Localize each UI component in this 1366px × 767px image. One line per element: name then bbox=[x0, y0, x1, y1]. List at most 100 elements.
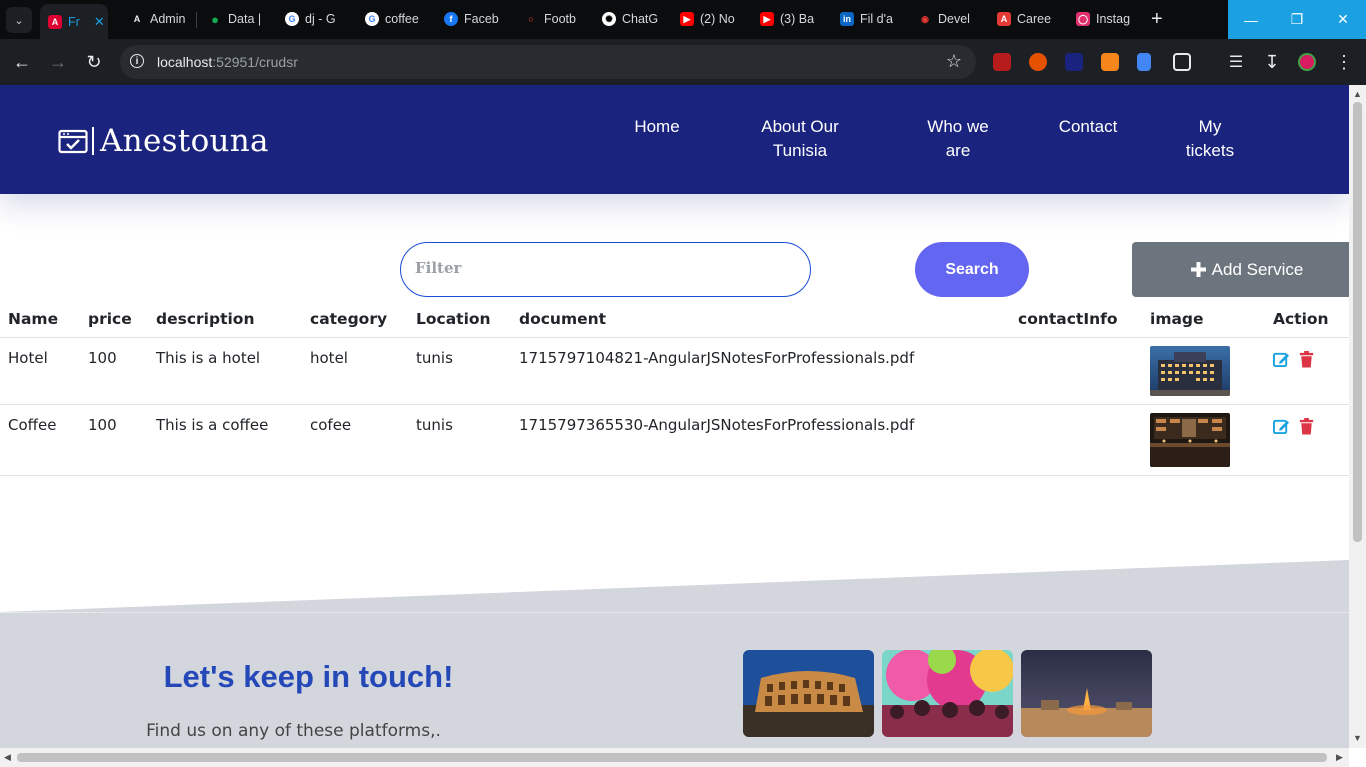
column-header-location: Location bbox=[408, 300, 511, 338]
nav-about-tunisia[interactable]: About Our Tunisia bbox=[754, 115, 846, 163]
extension-icon[interactable] bbox=[1029, 53, 1047, 71]
edit-icon[interactable] bbox=[1273, 351, 1290, 368]
forward-arrow-icon[interactable]: → bbox=[46, 50, 70, 74]
vertical-scroll-thumb[interactable] bbox=[1353, 102, 1362, 542]
mongodb-leaf-icon: ● bbox=[211, 11, 219, 27]
browser-tab[interactable]: G dj - G bbox=[285, 6, 345, 32]
tab-divider bbox=[196, 12, 197, 28]
cell-location: tunis bbox=[408, 404, 511, 476]
browser-tab[interactable]: in Fil d'a bbox=[840, 6, 900, 32]
add-service-button[interactable]: Add Service bbox=[1132, 242, 1349, 297]
browser-tab-active[interactable]: A Fr ✕ bbox=[40, 4, 108, 39]
tab-title: Instag bbox=[1096, 12, 1131, 26]
browser-tab[interactable]: ▶ (3) Ba bbox=[760, 6, 820, 32]
browser-tab[interactable]: ▶ (2) No bbox=[680, 6, 740, 32]
address-bar[interactable]: i localhost:52951/crudsr ☆ bbox=[120, 45, 976, 79]
nav-my-tickets[interactable]: My tickets bbox=[1178, 115, 1242, 163]
scroll-right-arrow-icon[interactable]: ▶ bbox=[1336, 752, 1343, 763]
cell-price: 100 bbox=[80, 337, 148, 405]
table-row: Hotel 100 This is a hotel hotel tunis 17… bbox=[0, 337, 1349, 405]
filter-input-wrapper bbox=[400, 242, 811, 297]
reload-icon[interactable]: ↻ bbox=[82, 50, 106, 74]
tab-title: Fil d'a bbox=[860, 12, 893, 26]
restore-icon[interactable]: ❐ bbox=[1274, 0, 1320, 39]
column-header-price: price bbox=[80, 300, 148, 338]
services-table: Name price description category Location… bbox=[0, 300, 1349, 476]
cell-price: 100 bbox=[80, 404, 148, 476]
trash-icon[interactable] bbox=[1298, 418, 1315, 435]
cell-document: 1715797365530-AngularJSNotesForProfessio… bbox=[511, 404, 1010, 476]
instagram-icon: ◯ bbox=[1076, 12, 1090, 26]
browser-tab[interactable]: G coffee bbox=[365, 6, 425, 32]
search-button[interactable]: Search bbox=[915, 242, 1029, 297]
browser-tab[interactable]: A Caree bbox=[997, 6, 1057, 32]
profile-avatar[interactable] bbox=[1298, 53, 1316, 71]
vertical-scrollbar[interactable]: ▲ ▼ bbox=[1349, 85, 1366, 748]
site-logo[interactable]: Anestouna bbox=[58, 123, 269, 159]
scroll-down-arrow-icon[interactable]: ▼ bbox=[1353, 733, 1362, 743]
footer-title: Let's keep in touch! bbox=[163, 659, 454, 694]
nav-home[interactable]: Home bbox=[628, 115, 686, 139]
browser-tab[interactable]: ○ Footb bbox=[524, 6, 584, 32]
colosseum-photo bbox=[743, 650, 874, 737]
browser-tab[interactable]: ● Data | bbox=[208, 6, 268, 32]
tab-title: Fr bbox=[68, 14, 80, 29]
back-arrow-icon[interactable]: ← bbox=[10, 50, 34, 74]
browser-tab[interactable]: A Admin bbox=[130, 6, 190, 32]
browser-tab[interactable]: ◯ Instag bbox=[1076, 6, 1136, 32]
site-info-icon[interactable]: i bbox=[130, 54, 144, 68]
cell-category: hotel bbox=[302, 337, 408, 405]
browser-tab[interactable]: f Faceb bbox=[444, 6, 504, 32]
cell-contactinfo bbox=[1010, 404, 1142, 476]
tab-title: (2) No bbox=[700, 12, 735, 26]
browser-menu-icon[interactable]: ⋮ bbox=[1332, 50, 1356, 74]
download-icon[interactable]: ↧ bbox=[1260, 50, 1284, 74]
docs-extension-icon[interactable] bbox=[1137, 53, 1151, 71]
nav-label: tickets bbox=[1185, 141, 1235, 160]
tab-search-chevron-icon[interactable]: ⌄ bbox=[6, 7, 32, 33]
ubisoft-icon: ◉ bbox=[921, 13, 929, 24]
bookmark-star-icon[interactable]: ☆ bbox=[946, 51, 962, 72]
horizontal-scroll-thumb[interactable] bbox=[17, 753, 1327, 762]
browser-tab[interactable]: ✺ ChatG bbox=[602, 6, 662, 32]
tab-title: Faceb bbox=[464, 12, 499, 26]
horizontal-scrollbar[interactable]: ◀ ▶ bbox=[0, 748, 1349, 767]
desert-campfire-photo bbox=[1021, 650, 1152, 737]
column-header-image: image bbox=[1142, 300, 1265, 338]
wave-extension-icon[interactable] bbox=[1065, 53, 1083, 71]
column-header-document: document bbox=[511, 300, 1010, 338]
filter-input[interactable] bbox=[413, 258, 797, 278]
site-footer: Let's keep in touch! Find us on any of t… bbox=[0, 612, 1349, 748]
tab-title: dj - G bbox=[305, 12, 336, 26]
trash-icon[interactable] bbox=[1298, 351, 1315, 368]
url-text[interactable]: localhost:52951/crudsr bbox=[157, 54, 298, 70]
close-tab-icon[interactable]: ✕ bbox=[94, 14, 105, 30]
browser-tab-strip: ⌄ A Fr ✕ A Admin ● Data | G dj - G G cof… bbox=[0, 0, 1366, 39]
cell-description: This is a hotel bbox=[148, 337, 302, 405]
extensions-puzzle-icon[interactable] bbox=[1173, 53, 1191, 71]
nav-contact[interactable]: Contact bbox=[1052, 115, 1124, 139]
tab-title: Devel bbox=[938, 12, 970, 26]
minimize-icon[interactable]: — bbox=[1228, 0, 1274, 39]
media-control-icon[interactable]: ☰ bbox=[1224, 50, 1248, 74]
logo-divider bbox=[92, 127, 94, 155]
browser-tab[interactable]: ◉ Devel bbox=[918, 6, 978, 32]
tab-title: Footb bbox=[544, 12, 576, 26]
column-header-name: Name bbox=[0, 300, 80, 338]
tab-title: Data | bbox=[228, 12, 262, 26]
plus-icon bbox=[1190, 262, 1206, 277]
pdf-extension-icon[interactable] bbox=[993, 53, 1011, 71]
nav-label: Home bbox=[634, 117, 680, 136]
scroll-up-arrow-icon[interactable]: ▲ bbox=[1353, 89, 1362, 99]
scroll-left-arrow-icon[interactable]: ◀ bbox=[4, 752, 11, 763]
metamask-icon[interactable] bbox=[1101, 53, 1119, 71]
tab-title: ChatG bbox=[622, 12, 659, 26]
nav-who-we-are[interactable]: Who we are bbox=[920, 115, 996, 163]
cell-category: cofee bbox=[302, 404, 408, 476]
ticket-calendar-icon bbox=[58, 129, 88, 154]
edit-icon[interactable] bbox=[1273, 418, 1290, 435]
football-icon: ○ bbox=[528, 14, 534, 24]
cell-action bbox=[1265, 337, 1349, 405]
close-window-icon[interactable]: ✕ bbox=[1320, 0, 1366, 39]
new-tab-icon[interactable]: + bbox=[1151, 8, 1163, 30]
